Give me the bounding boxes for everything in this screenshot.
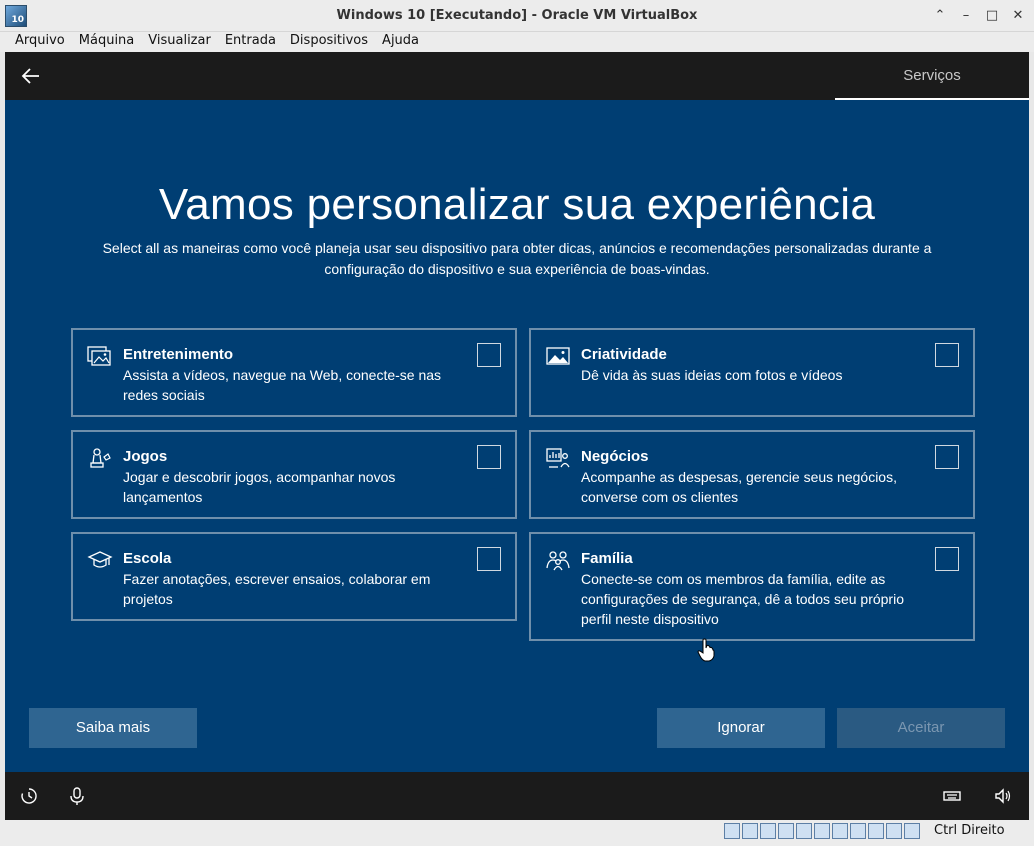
collapse-button[interactable]: ⌃ [932, 7, 948, 25]
menu-maquina[interactable]: Máquina [72, 32, 142, 52]
maximize-button[interactable]: □ [984, 7, 1000, 25]
option-card-criatividade[interactable]: Criatividade Dê vida às suas ideias com … [529, 328, 975, 417]
menu-ajuda[interactable]: Ajuda [375, 32, 426, 52]
audio-icon[interactable] [760, 823, 776, 839]
ease-of-access-icon[interactable] [19, 786, 39, 806]
guest-screen: Serviços Vamos personalizar sua experiên… [5, 52, 1029, 820]
learn-more-button[interactable]: Saiba mais [29, 708, 197, 748]
option-card-escola[interactable]: Escola Fazer anotações, escrever ensaios… [71, 532, 517, 621]
page-title: Vamos personalizar sua experiência [158, 180, 876, 229]
checkbox-negocios[interactable] [935, 445, 959, 469]
keyboard-icon[interactable] [942, 786, 962, 806]
option-card-jogos[interactable]: Jogos Jogar e descobrir jogos, acompanha… [71, 430, 517, 519]
game-pieces-icon [90, 448, 111, 468]
host-key-label: Ctrl Direito [934, 823, 1005, 838]
checkbox-criatividade[interactable] [935, 343, 959, 367]
display-icon[interactable] [832, 823, 848, 839]
hard-disk-icon[interactable] [724, 823, 740, 839]
card-description: Acompanhe as despesas, gerencie seus neg… [581, 469, 897, 505]
picture-icon [546, 347, 570, 365]
card-description: Fazer anotações, escrever ensaios, colab… [123, 571, 431, 607]
image-gallery-icon [87, 346, 111, 366]
device-indicators [724, 823, 920, 839]
menu-entrada[interactable]: Entrada [218, 32, 283, 52]
microphone-icon[interactable] [67, 786, 87, 806]
window-title: Windows 10 [Executando] - Oracle VM Virt… [336, 8, 698, 23]
page-subtitle: Select all as maneiras como você planeja… [102, 240, 932, 277]
checkbox-entretenimento[interactable] [477, 343, 501, 367]
status-bar: Ctrl Direito [0, 820, 1034, 846]
hand-cursor-icon [697, 638, 715, 662]
oobe-header: Serviços [5, 52, 1029, 100]
minimize-button[interactable]: – [958, 7, 974, 25]
card-description: Dê vida às suas ideias com fotos e vídeo… [581, 367, 843, 383]
volume-icon[interactable] [993, 786, 1013, 806]
family-icon [546, 551, 570, 571]
shared-folders-icon[interactable] [814, 823, 830, 839]
oobe-taskbar [5, 772, 1029, 820]
option-card-entretenimento[interactable]: Entretenimento Assista a vídeos, navegue… [71, 328, 517, 417]
close-button[interactable]: ✕ [1010, 7, 1026, 25]
card-title: Entretenimento [123, 346, 234, 363]
option-card-familia[interactable]: Família Conecte-se com os membros da fam… [529, 532, 975, 641]
usb-icon[interactable] [796, 823, 812, 839]
skip-button[interactable]: Ignorar [657, 708, 825, 748]
menu-bar: Arquivo Máquina Visualizar Entrada Dispo… [0, 32, 1034, 52]
mouse-integration-icon[interactable] [904, 823, 920, 839]
card-title: Criatividade [581, 346, 667, 363]
card-description: Assista a vídeos, navegue na Web, conect… [123, 367, 442, 403]
card-title: Jogos [123, 448, 168, 465]
menu-visualizar[interactable]: Visualizar [141, 32, 218, 52]
menu-dispositivos[interactable]: Dispositivos [283, 32, 375, 52]
window-controls: ⌃ – □ ✕ [932, 7, 1026, 25]
checkbox-jogos[interactable] [477, 445, 501, 469]
option-card-negocios[interactable]: Negócios Acompanhe as despesas, gerencie… [529, 430, 975, 519]
back-arrow-icon[interactable] [17, 62, 45, 90]
title-bar: 10 Windows 10 [Executando] - Oracle VM V… [0, 0, 1034, 32]
card-title: Negócios [581, 448, 649, 465]
virtualization-icon[interactable] [868, 823, 884, 839]
card-description: Jogar e descobrir jogos, acompanhar novo… [123, 469, 396, 505]
business-chart-icon [546, 448, 570, 468]
checkbox-escola[interactable] [477, 547, 501, 571]
checkbox-familia[interactable] [935, 547, 959, 571]
menu-arquivo[interactable]: Arquivo [8, 32, 72, 52]
card-description: Conecte-se com os membros da família, ed… [581, 571, 904, 627]
video-capture-icon[interactable] [850, 823, 866, 839]
network-icon[interactable] [778, 823, 794, 839]
graduation-cap-icon [87, 551, 113, 568]
cpu-icon[interactable] [886, 823, 902, 839]
card-title: Família [581, 550, 633, 567]
accept-button[interactable]: Aceitar [837, 708, 1005, 748]
optical-drive-icon[interactable] [742, 823, 758, 839]
card-title: Escola [123, 550, 172, 567]
step-label: Serviços [835, 52, 1029, 100]
